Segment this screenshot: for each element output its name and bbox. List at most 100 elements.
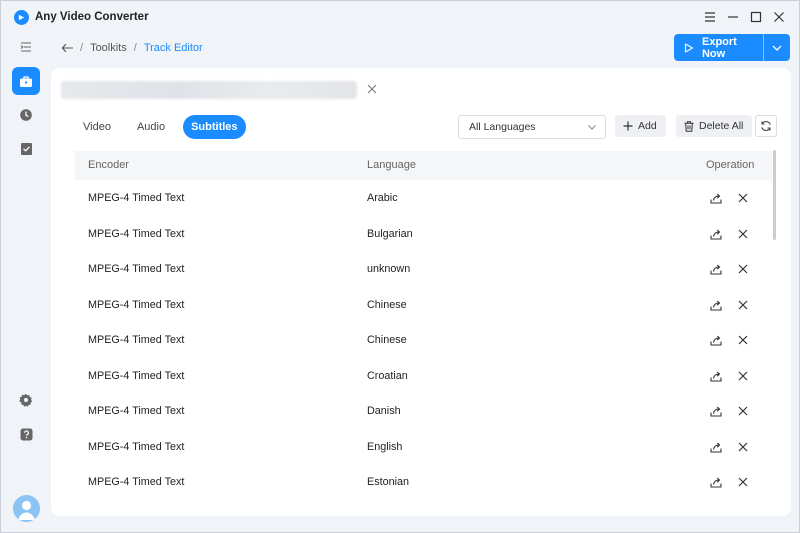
- delete-row-icon[interactable]: [736, 298, 750, 312]
- delete-row-icon[interactable]: [736, 475, 750, 489]
- cell-language: Chinese: [367, 334, 407, 346]
- table-row[interactable]: MPEG-4 Timed Text Chinese: [75, 287, 772, 323]
- add-label: Add: [638, 120, 657, 132]
- delete-row-icon[interactable]: [736, 227, 750, 241]
- export-now-button[interactable]: Export Now: [674, 34, 790, 61]
- refresh-icon: [761, 121, 771, 131]
- file-name-blurred: [61, 81, 357, 99]
- delete-row-icon[interactable]: [736, 404, 750, 418]
- title-bar: Any Video Converter: [1, 1, 799, 33]
- cell-encoder: MPEG-4 Timed Text: [88, 440, 185, 453]
- tasks-icon: [20, 143, 32, 155]
- delete-row-icon[interactable]: [736, 369, 750, 383]
- tab-video[interactable]: Video: [75, 115, 119, 139]
- close-file-icon[interactable]: [365, 82, 379, 96]
- edit-export-icon[interactable]: [709, 404, 723, 418]
- app-title: Any Video Converter: [35, 11, 149, 23]
- edit-export-icon[interactable]: [709, 227, 723, 241]
- tab-subtitles[interactable]: Subtitles: [183, 115, 246, 139]
- breadcrumb-current: Track Editor: [143, 42, 203, 54]
- table-row[interactable]: MPEG-4 Timed Text Arabic: [75, 180, 772, 216]
- edit-export-icon[interactable]: [709, 440, 723, 454]
- cell-language: Danish: [367, 405, 401, 417]
- menu-icon[interactable]: [703, 10, 717, 24]
- cell-encoder: MPEG-4 Timed Text: [88, 476, 185, 488]
- app-logo-icon: [14, 10, 29, 25]
- maximize-icon[interactable]: [749, 10, 763, 24]
- table-row[interactable]: MPEG-4 Timed Text Estonian: [75, 464, 772, 500]
- app-window: Any Video Converter / Toolkits / Track E…: [0, 0, 800, 533]
- sidebar-item-history[interactable]: [12, 101, 40, 129]
- breadcrumb-separator: /: [80, 42, 84, 54]
- cell-language: Bulgarian: [367, 227, 413, 240]
- cell-encoder: MPEG-4 Timed Text: [88, 192, 185, 204]
- cell-encoder: MPEG-4 Timed Text: [88, 298, 185, 311]
- cell-language: English: [367, 440, 403, 453]
- cell-language: Arabic: [367, 192, 398, 204]
- column-header-encoder: Encoder: [88, 159, 129, 171]
- trash-icon: [684, 120, 694, 132]
- table-row[interactable]: MPEG-4 Timed Text Chinese: [75, 322, 772, 358]
- table-header: Encoder Language Operation: [75, 151, 772, 180]
- language-select-value: All Languages: [469, 121, 536, 133]
- track-tabs: Video Audio Subtitles: [75, 115, 256, 139]
- delete-all-label: Delete All: [699, 120, 744, 132]
- edit-export-icon[interactable]: [709, 262, 723, 276]
- column-header-operation: Operation: [706, 159, 755, 171]
- edit-export-icon[interactable]: [709, 475, 723, 489]
- cell-encoder: MPEG-4 Timed Text: [88, 227, 185, 240]
- history-icon: [20, 109, 32, 121]
- refresh-button[interactable]: [755, 115, 777, 137]
- edit-export-icon[interactable]: [709, 369, 723, 383]
- sidebar-collapse-icon[interactable]: [12, 33, 40, 61]
- play-icon: [684, 42, 694, 53]
- sidebar: [1, 33, 51, 532]
- delete-row-icon[interactable]: [736, 262, 750, 276]
- cell-language: unknown: [367, 263, 411, 275]
- breadcrumb-separator: /: [133, 42, 137, 54]
- delete-row-icon[interactable]: [736, 440, 750, 454]
- sidebar-item-help[interactable]: [12, 420, 40, 448]
- tab-audio[interactable]: Audio: [129, 115, 173, 139]
- delete-row-icon[interactable]: [736, 191, 750, 205]
- table-row[interactable]: MPEG-4 Timed Text English: [75, 429, 772, 465]
- plus-icon: [623, 121, 633, 131]
- table-row[interactable]: MPEG-4 Timed Text Croatian: [75, 358, 772, 394]
- table-row[interactable]: MPEG-4 Timed Text Danish: [75, 393, 772, 429]
- back-arrow-icon[interactable]: [61, 43, 74, 53]
- cell-encoder: MPEG-4 Timed Text: [88, 369, 185, 382]
- cell-encoder: MPEG-4 Timed Text: [88, 334, 185, 346]
- delete-row-icon[interactable]: [736, 333, 750, 347]
- track-editor-panel: Video Audio Subtitles All Languages Add …: [51, 68, 791, 516]
- edit-export-icon[interactable]: [709, 333, 723, 347]
- sidebar-item-toolkits[interactable]: [12, 67, 40, 95]
- cell-encoder: MPEG-4 Timed Text: [88, 405, 185, 417]
- edit-export-icon[interactable]: [709, 191, 723, 205]
- edit-export-icon[interactable]: [709, 298, 723, 312]
- language-select[interactable]: All Languages: [458, 115, 606, 139]
- chevron-down-icon: [772, 45, 782, 51]
- delete-all-button[interactable]: Delete All: [676, 115, 753, 137]
- minimize-icon[interactable]: [726, 10, 740, 24]
- export-dropdown[interactable]: [764, 34, 790, 61]
- chevron-down-icon: [588, 125, 596, 130]
- table-body: MPEG-4 Timed Text Arabic MPEG-4 Timed Text…: [75, 180, 772, 516]
- cell-language: Estonian: [367, 476, 410, 488]
- table-row[interactable]: MPEG-4 Timed Text unknown: [75, 251, 772, 287]
- table-row[interactable]: MPEG-4 Timed Text Bulgarian: [75, 216, 772, 252]
- column-header-language: Language: [367, 159, 416, 171]
- breadcrumb-toolkits[interactable]: Toolkits: [90, 42, 127, 54]
- settings-icon: [19, 393, 33, 407]
- sidebar-item-settings[interactable]: [12, 386, 40, 414]
- cell-encoder: MPEG-4 Timed Text: [88, 263, 185, 275]
- export-now-main[interactable]: Export Now: [674, 34, 763, 61]
- breadcrumb: / Toolkits / Track Editor: [61, 41, 203, 55]
- add-button[interactable]: Add: [615, 115, 666, 137]
- cell-language: Chinese: [367, 298, 407, 311]
- table-scrollbar[interactable]: [773, 150, 776, 240]
- close-window-icon[interactable]: [772, 10, 786, 24]
- toolbox-icon: [20, 75, 32, 87]
- avatar[interactable]: [13, 495, 40, 522]
- sidebar-item-tasks[interactable]: [12, 135, 40, 163]
- help-icon: [20, 428, 32, 440]
